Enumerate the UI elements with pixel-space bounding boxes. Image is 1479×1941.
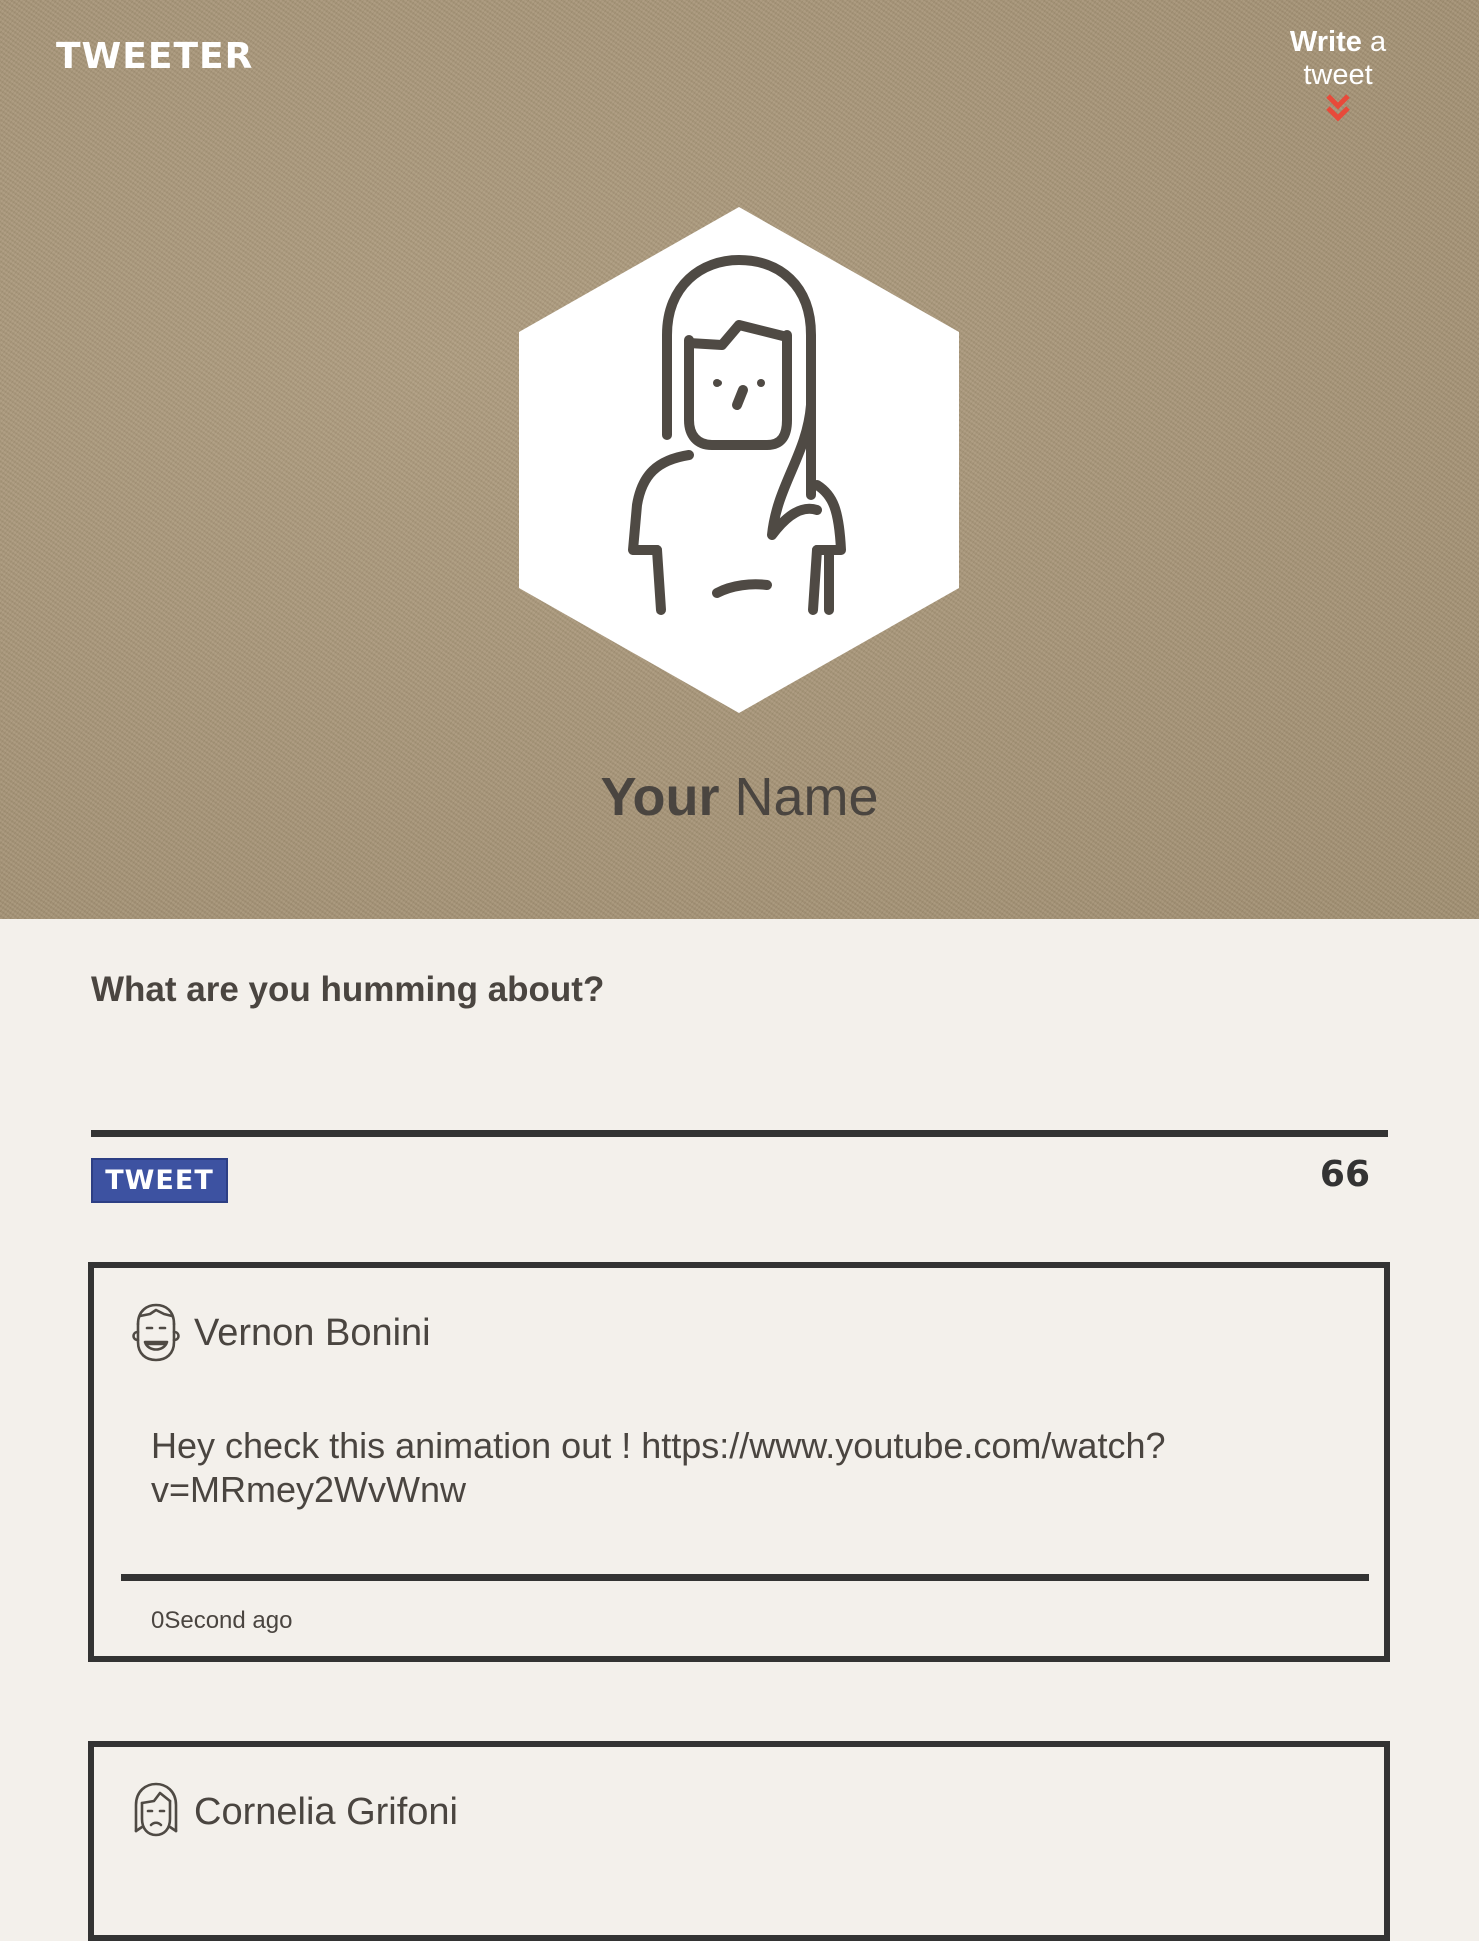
tweet-button[interactable]: TWEET (91, 1158, 228, 1203)
tweet-card: Cornelia Grifoni (88, 1741, 1390, 1941)
profile-last-name: Name (719, 767, 879, 827)
profile-hero: TWEETER Write a tweet Your Name (0, 0, 1479, 919)
tweet-author[interactable]: Cornelia Grifoni (194, 1791, 458, 1834)
tweet-divider (121, 1574, 1369, 1581)
tweet-text: Hey check this animation out ! https://w… (151, 1425, 1166, 1510)
profile-name: Your Name (0, 766, 1479, 828)
smiling-man-avatar-icon (132, 1303, 180, 1362)
tweet-timestamp: 0Second ago (151, 1607, 293, 1634)
write-link-bold: Write (1289, 26, 1362, 58)
profile-avatar (519, 207, 959, 713)
tweet-card: Vernon Bonini Hey check this animation o… (88, 1262, 1390, 1662)
write-tweet-link[interactable]: Write a tweet (1252, 26, 1424, 126)
profile-first-name: Your (600, 767, 720, 827)
tweet-author[interactable]: Vernon Bonini (194, 1312, 431, 1355)
app-logo[interactable]: TWEETER (56, 36, 253, 77)
double-chevron-down-icon (1326, 94, 1350, 122)
woman-avatar-icon (134, 1782, 178, 1837)
compose-divider (91, 1130, 1388, 1137)
character-counter: 66 (1319, 1154, 1370, 1195)
tweet-compose-input[interactable] (91, 1040, 1392, 1134)
compose-prompt: What are you humming about? (91, 970, 605, 1009)
